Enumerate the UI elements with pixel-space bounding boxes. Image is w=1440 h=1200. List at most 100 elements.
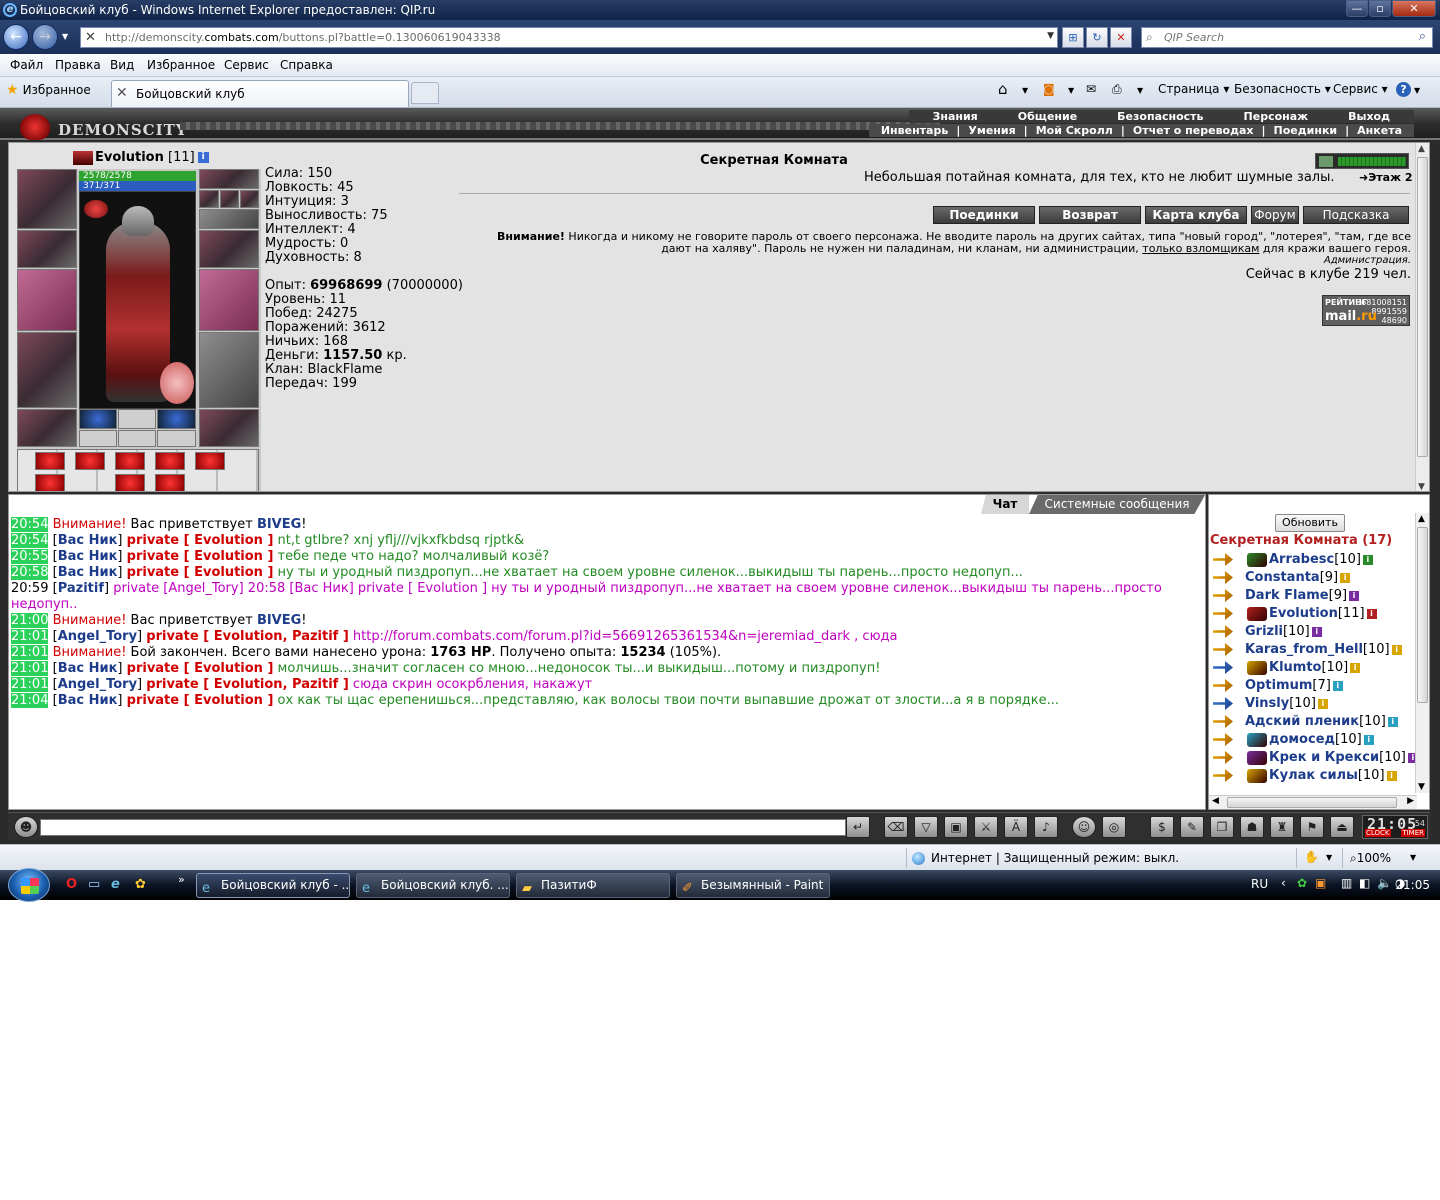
forum-button[interactable]: Форум [1251,206,1299,224]
nav-skills[interactable]: Умения [960,124,1023,137]
forum-link[interactable]: http://forum.combats.com/forum.pl?id=566… [349,629,898,644]
chat-nick[interactable]: Pazitif [58,581,104,596]
upper-scrollbar[interactable]: ▲ ▼ [1415,143,1429,491]
menu-edit[interactable]: Правка [55,58,101,72]
info-icon[interactable]: i [1363,734,1374,745]
page-menu[interactable]: Страница ▾ [1158,82,1229,96]
tools-menu[interactable]: Сервис ▾ [1333,82,1388,96]
smile-chat-icon[interactable]: ☻ [14,816,38,838]
fight-icon[interactable]: ⚔ [974,816,998,838]
info-icon[interactable]: i [1366,608,1377,619]
online-user-name[interactable]: Arrabesc[10] i [1269,552,1373,567]
online-user-name[interactable]: Evolution[11] i [1269,606,1377,621]
scroll-icon[interactable]: ✎ [1180,816,1204,838]
private-message-icon[interactable] [1213,589,1233,602]
search-go-icon[interactable]: ⌕ [1419,29,1426,44]
translit-icon[interactable]: Ä [1004,816,1028,838]
online-user-row[interactable]: Optimum[7] i [1209,677,1419,695]
potion-icon-1[interactable] [35,452,65,470]
info-icon[interactable]: i [1317,698,1328,709]
home-icon[interactable]: ⌂ [998,80,1008,98]
potion-icon-5[interactable] [195,452,225,470]
tray-app-icon[interactable]: ▣ [1315,876,1326,890]
online-user-name[interactable]: Optimum[7] i [1245,678,1343,693]
private-message-icon[interactable] [1213,697,1233,710]
armor-slot[interactable] [17,332,77,408]
flag-icon[interactable]: ⚑ [1300,816,1324,838]
leggings-slot[interactable] [199,332,259,408]
info-icon[interactable]: i [1350,662,1361,673]
private-message-icon[interactable] [1213,679,1233,692]
chat-nick[interactable]: Вас Ник [58,661,118,676]
gloves-slot[interactable] [199,230,259,268]
compatibility-view-button[interactable]: ⊞ [1062,27,1084,48]
icq-tray-icon[interactable]: ✿ [1297,876,1307,890]
scroll-thumb[interactable] [1417,527,1428,703]
task-ie-combats-1[interactable]: e Бойцовский клуб - ... [196,873,350,898]
task-folder-pazitif[interactable]: ▰ ПазитиФ [516,873,670,898]
scroll-down-icon[interactable]: ▼ [1418,782,1425,792]
duels-button[interactable]: Поединки [933,206,1035,224]
safety-menu[interactable]: Безопасность ▾ [1234,82,1331,96]
boots-slot[interactable] [199,409,259,447]
more-quicklaunch-icon[interactable]: » [178,873,185,886]
return-button[interactable]: Возврат [1039,206,1141,224]
menu-favorites[interactable]: Избранное [147,58,215,72]
refresh-list-button[interactable]: Обновить [1275,514,1345,532]
zoom-dropdown-icon[interactable]: ▼ [1410,853,1416,862]
club-map-button[interactable]: Карта клуба [1145,206,1247,224]
timer-label[interactable]: TIMER [1401,829,1425,837]
save-log-icon[interactable]: ▣ [944,816,968,838]
search-box[interactable]: ⌕ ⌕ [1141,27,1433,48]
online-user-row[interactable]: Karas_from_Hell[10] i [1209,641,1419,659]
info-icon[interactable]: i [1349,590,1360,601]
online-user-row[interactable]: Arrabesc[10] i [1209,551,1419,569]
nav-communication[interactable]: Общение [998,110,1097,123]
nav-knowledge[interactable]: Знания [913,110,998,123]
show-desktop-icon[interactable]: ▭ [88,877,100,892]
rune-slot-1[interactable] [79,409,117,429]
users-horizontal-scrollbar[interactable]: ◀ ▶ [1209,795,1417,809]
pet-icon[interactable] [160,362,194,404]
online-user-name[interactable]: Крек и Крекси[10] i [1269,750,1418,765]
tray-icon-2[interactable]: ◧ [1359,876,1370,890]
character-avatar[interactable] [79,191,196,409]
online-user-name[interactable]: Vinsly[10] i [1245,696,1328,711]
language-indicator[interactable]: RU [1251,877,1268,891]
weapon-slot[interactable] [17,269,77,331]
rune-slot-4[interactable] [79,430,117,447]
book-icon[interactable]: ❐ [1210,816,1234,838]
online-user-name[interactable]: Klumto[10] i [1269,660,1361,675]
tab-system-messages[interactable]: Системные сообщения [1029,495,1205,514]
task-ie-combats-2[interactable]: e Бойцовский клуб. ... [356,873,510,898]
chat-nick[interactable]: Вас Ник [58,533,118,548]
buff-icon[interactable] [84,200,108,218]
feeds-icon[interactable]: ◙ [1043,82,1055,96]
online-user-name[interactable]: Karas_from_Hell[10] i [1245,642,1402,657]
belt-slot[interactable] [17,409,77,447]
private-message-icon[interactable] [1213,571,1233,584]
nav-my-scroll[interactable]: Мой Скролл [1028,124,1121,137]
tab-combats[interactable]: ✕ Бойцовский клуб [111,80,409,107]
ring-slot-1[interactable] [199,190,219,208]
online-user-name[interactable]: Адский пленик[10] i [1245,714,1398,729]
potion-icon-3[interactable] [115,452,145,470]
online-user-row[interactable]: Grizli[10] i [1209,623,1419,641]
scroll-right-icon[interactable]: ▶ [1407,796,1414,806]
sound-icon[interactable]: ♪ [1034,816,1058,838]
chat-nick[interactable]: Вас Ник [58,565,118,580]
zoom-level[interactable]: ⌕100% [1350,851,1391,866]
team-icon[interactable]: ☗ [1240,816,1264,838]
rune-slot-3[interactable] [157,409,196,429]
start-button[interactable] [8,868,50,902]
floor-label[interactable]: ➜Этаж 2 [1359,171,1413,184]
earrings-slot[interactable] [199,169,259,189]
scroll-left-icon[interactable]: ◀ [1212,796,1219,806]
nav-transfer-report[interactable]: Отчет о переводах [1125,124,1262,137]
ring-slot-3[interactable] [240,190,259,208]
private-message-icon[interactable] [1213,751,1233,764]
chat-nick[interactable]: Angel_Tory [58,629,137,644]
info-icon[interactable]: i [1362,554,1373,565]
info-icon[interactable]: i [1332,680,1343,691]
favorites-button[interactable]: ★ Избранное [6,82,91,98]
